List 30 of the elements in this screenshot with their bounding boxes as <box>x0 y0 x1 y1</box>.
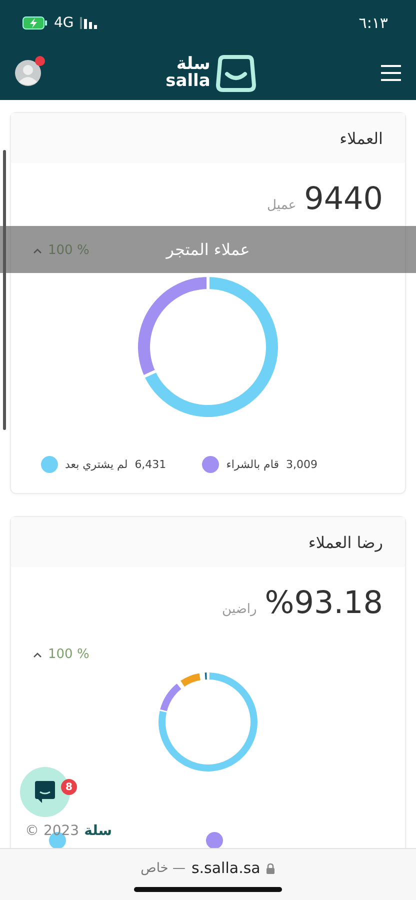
stat-value: %93.18 <box>264 585 383 621</box>
card-title: العملاء <box>340 128 383 148</box>
logo-text: سلة <box>176 56 210 72</box>
trend-percent: 100 % <box>48 647 90 662</box>
logo-text: salla <box>166 72 210 90</box>
copyright-text: © 2023 <box>25 823 80 839</box>
stat-value: 9440 <box>304 181 383 217</box>
trend-percent: 100 % <box>48 243 90 258</box>
bag-logo-icon <box>216 54 256 92</box>
avatar-icon[interactable] <box>14 58 42 86</box>
tooltip-text: عملاء المتجر <box>166 240 250 259</box>
caret-up-icon <box>33 652 42 658</box>
stat-unit: عميل <box>267 198 296 213</box>
menu-icon[interactable] <box>380 64 402 82</box>
brand-name: سلة <box>84 823 112 839</box>
card-title: رضا العملاء <box>308 532 383 552</box>
signal-icon <box>80 16 98 28</box>
stat-unit: راضين <box>222 602 257 617</box>
url-text[interactable]: s.salla.sa <box>191 859 260 877</box>
legend-label: لم يشتري بعد <box>65 458 128 471</box>
private-mode-label: — خاص <box>140 860 186 876</box>
legend-label: قام بالشراء <box>226 458 279 471</box>
lock-icon <box>266 862 276 874</box>
legend-count: 3,009 <box>286 458 318 471</box>
battery-icon <box>22 16 48 30</box>
legend-count: 6,431 <box>134 458 166 471</box>
network-label: 4G <box>54 14 74 30</box>
clock-time: ٦:١٣ <box>358 14 388 32</box>
chat-icon <box>34 780 56 804</box>
caret-up-icon <box>33 248 42 254</box>
